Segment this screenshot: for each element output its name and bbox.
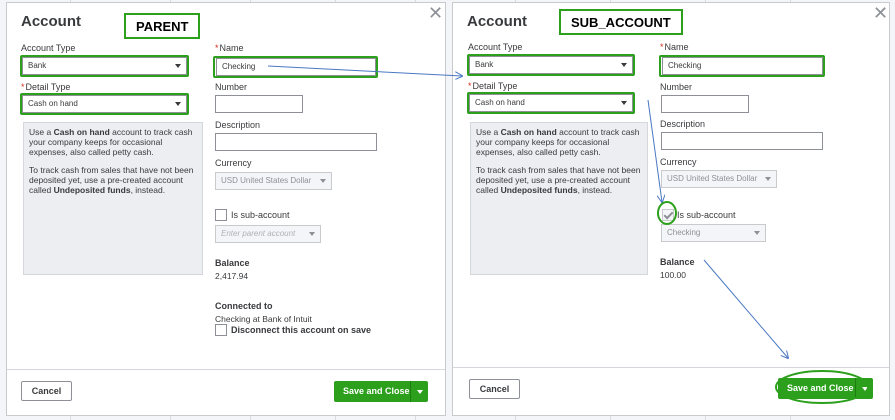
- sub-account-label: Is sub-account: [231, 210, 290, 220]
- balance-label: Balance: [660, 257, 695, 267]
- description-input[interactable]: [215, 133, 377, 151]
- chevron-down-icon: [309, 232, 315, 236]
- chevron-down-icon: [320, 179, 326, 183]
- balance-value: 2,417.94: [215, 271, 249, 281]
- currency-value: USD United States Dollar: [221, 176, 312, 185]
- number-label: Number: [215, 82, 248, 92]
- account-type-value: Bank: [475, 60, 494, 69]
- account-type-label: Account Type: [468, 42, 523, 52]
- sub-account-checkbox[interactable]: [215, 209, 227, 221]
- disconnect-label: Disconnect this account on save: [231, 325, 372, 335]
- detail-type-label: *Detail Type: [468, 81, 518, 91]
- name-input[interactable]: Checking: [662, 57, 823, 75]
- save-and-close-label: Save and Close: [787, 383, 854, 393]
- chevron-down-icon: [175, 64, 181, 68]
- number-label: Number: [660, 82, 693, 92]
- number-input[interactable]: [661, 95, 749, 113]
- number-input[interactable]: [215, 95, 303, 113]
- cancel-button[interactable]: Cancel: [21, 381, 72, 401]
- name-label: *Name: [215, 43, 244, 53]
- close-icon[interactable]: ✕: [873, 3, 888, 24]
- balance-label: Balance: [215, 258, 250, 268]
- sub-account-badge: SUB_ACCOUNT: [559, 9, 683, 35]
- chevron-down-icon: [175, 102, 181, 106]
- detail-type-description: Use a Cash on hand account to track cash…: [23, 122, 203, 275]
- description-label: Description: [660, 119, 706, 129]
- detail-type-select[interactable]: Cash on hand: [469, 94, 633, 112]
- detail-type-description: Use a Cash on hand account to track cash…: [470, 122, 648, 275]
- chevron-down-icon: [621, 63, 627, 67]
- sub-account-label: Is sub-account: [677, 210, 736, 220]
- detail-type-label: *Detail Type: [21, 82, 71, 92]
- currency-label: Currency: [215, 158, 252, 168]
- currency-value: USD United States Dollar: [667, 174, 758, 183]
- detail-type-select[interactable]: Cash on hand: [22, 95, 187, 113]
- parent-account-value: Checking: [667, 228, 701, 237]
- name-input[interactable]: Checking: [216, 58, 376, 76]
- footer-divider: [7, 369, 445, 370]
- chevron-down-icon: [621, 101, 627, 105]
- parent-account-select: Checking: [661, 224, 766, 242]
- save-and-close-label: Save and Close: [343, 386, 410, 396]
- parent-badge: PARENT: [124, 13, 201, 39]
- currency-select: USD United States Dollar: [215, 172, 332, 190]
- description-input[interactable]: [661, 132, 823, 150]
- dialog-title: Account: [21, 13, 81, 30]
- currency-label: Currency: [660, 157, 697, 167]
- sub-account-checkbox: [662, 209, 674, 221]
- detail-type-value: Cash on hand: [475, 98, 525, 107]
- connected-label: Connected to: [215, 301, 273, 311]
- detail-type-value: Cash on hand: [28, 99, 78, 108]
- save-and-close-button[interactable]: Save and Close: [778, 378, 873, 399]
- account-type-value: Bank: [28, 61, 47, 70]
- description-label: Description: [215, 120, 261, 130]
- button-divider: [410, 381, 411, 402]
- button-divider: [855, 378, 856, 399]
- chevron-down-icon: [765, 177, 771, 181]
- dialog-title: Account: [467, 13, 527, 30]
- chevron-down-icon[interactable]: [862, 387, 868, 391]
- account-type-select[interactable]: Bank: [469, 56, 633, 74]
- name-label: *Name: [660, 42, 689, 52]
- parent-account-select: Enter parent account: [215, 225, 321, 243]
- chevron-down-icon: [754, 231, 760, 235]
- connected-value: Checking at Bank of Intuit: [215, 314, 312, 324]
- close-icon[interactable]: ✕: [428, 3, 443, 24]
- currency-select: USD United States Dollar: [661, 170, 777, 188]
- save-and-close-button[interactable]: Save and Close: [334, 381, 428, 402]
- disconnect-checkbox[interactable]: [215, 324, 227, 336]
- account-type-select[interactable]: Bank: [22, 57, 187, 75]
- cancel-button[interactable]: Cancel: [469, 379, 520, 399]
- chevron-down-icon[interactable]: [417, 390, 423, 394]
- footer-divider: [453, 367, 889, 368]
- parent-account-dialog: Account ✕ PARENT Account Type Bank *Deta…: [6, 2, 446, 416]
- parent-account-placeholder: Enter parent account: [221, 229, 296, 238]
- account-type-label: Account Type: [21, 43, 76, 53]
- sub-account-dialog: Account ✕ SUB_ACCOUNT Account Type Bank …: [452, 2, 890, 416]
- balance-value: 100.00: [660, 270, 686, 280]
